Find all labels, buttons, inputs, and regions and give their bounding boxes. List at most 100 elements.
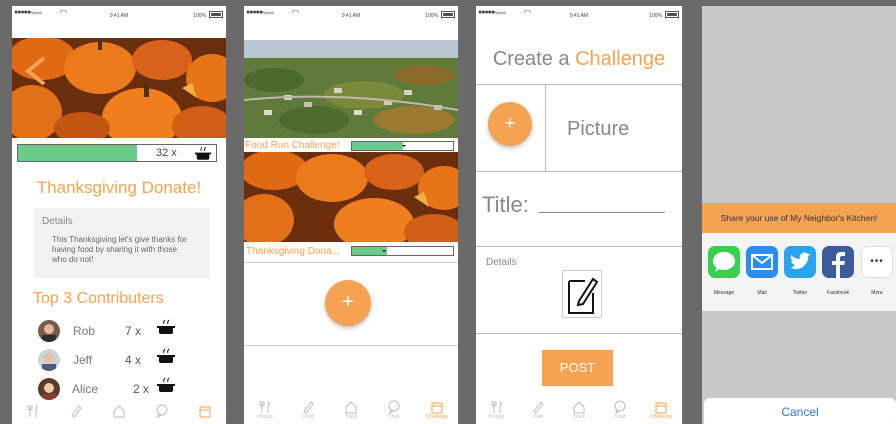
tab-post[interactable] (59, 404, 93, 418)
tab-challenge[interactable]: Challenge (420, 400, 454, 420)
list-divider (244, 345, 458, 346)
progress-fill (18, 145, 137, 161)
form-divider (476, 333, 682, 334)
back-arrow-icon[interactable] (22, 56, 48, 86)
battery-icon (665, 11, 679, 18)
picture-divider (545, 84, 546, 171)
challenge-progress-bar: ◒ (351, 246, 454, 256)
chat-bubble-icon (156, 404, 168, 418)
utensils-icon (27, 404, 38, 417)
post-button[interactable]: POST (542, 350, 613, 386)
battery-percent: 100% (425, 13, 438, 19)
share-label-message: Message (713, 290, 735, 296)
pot-icon (157, 377, 175, 392)
challenge-detail-screen: ●●●●●Sketch ◠ 9:41 AM 100% 32 x Thanksgi… (12, 6, 226, 424)
battery-icon (441, 11, 455, 18)
utensils-icon (259, 400, 270, 413)
tab-challenge[interactable] (188, 404, 222, 418)
tab-bar: Pickup Post Track Chat Challenge (244, 400, 458, 424)
twitter-app-icon[interactable] (784, 246, 816, 278)
more-app-icon[interactable]: ••• (861, 246, 893, 278)
edit-icon (568, 277, 599, 314)
tab-pickup[interactable]: Pickup (248, 400, 282, 420)
avatar (38, 320, 60, 342)
tab-chat[interactable] (145, 404, 179, 418)
list-divider (244, 262, 458, 263)
calendar-icon (655, 402, 667, 414)
cancel-button[interactable]: Cancel (704, 398, 896, 424)
tab-track[interactable]: Track (562, 400, 596, 420)
details-label: Details (486, 257, 517, 268)
tab-pickup[interactable] (16, 404, 50, 418)
message-app-icon[interactable] (708, 246, 740, 278)
add-challenge-button[interactable]: + (325, 280, 371, 326)
tab-post[interactable]: Post (291, 400, 325, 420)
house-icon (113, 405, 125, 418)
tab-post[interactable]: Post (521, 400, 555, 420)
form-divider (476, 84, 682, 85)
tab-chat[interactable]: Chat (603, 400, 637, 420)
battery-percent: 100% (649, 13, 662, 19)
challenge-card-label[interactable]: Food Run Challenge! (245, 140, 340, 151)
pot-icon (194, 146, 212, 160)
pumpkin-photo[interactable] (244, 152, 458, 242)
avatar (38, 378, 60, 400)
challenge-list-screen: ●●●●●Sketch ◠ 9:41 AM 100% Food Run Chal… (244, 6, 458, 424)
tab-bar: Pickup Post Track Chat Challenge (476, 400, 682, 424)
form-divider (476, 246, 682, 247)
tab-chat[interactable]: Chat (377, 400, 411, 420)
pencil-icon (533, 401, 544, 414)
calendar-icon (431, 402, 443, 414)
more-dots-icon: ••• (870, 256, 884, 267)
tab-pickup[interactable]: Pickup (480, 400, 514, 420)
status-bar: ●●●●●Sketch ◠ 9:41 AM 100% (12, 6, 226, 30)
storyboard-canvas: ●●●●●Sketch ◠ 9:41 AM 100% 32 x Thanksgi… (0, 0, 896, 424)
share-sheet-screen: Share your use of My Neighbor's Kitchen!… (702, 6, 896, 424)
pencil-icon (303, 401, 314, 414)
pot-icon: ◒ (402, 142, 407, 149)
share-label-more: More (871, 290, 883, 296)
contributor-count: 7 x (125, 324, 142, 338)
contributor-count: 2 x (133, 382, 150, 396)
contributor-name: Rob (73, 324, 96, 338)
mail-app-icon[interactable] (746, 246, 778, 278)
top-contributors-heading: Top 3 Contributers (33, 290, 164, 307)
title-field-label: Title: (482, 192, 529, 217)
tab-challenge[interactable]: Challenge (644, 400, 678, 420)
share-label-facebook: Facebook (827, 290, 849, 296)
tab-track[interactable]: Track (334, 400, 368, 420)
tab-track[interactable] (102, 404, 136, 418)
calendar-icon (199, 406, 211, 418)
challenge-progress-bar: 32 x (17, 144, 217, 162)
details-text: This Thanksgiving let's give thanks for … (52, 235, 187, 264)
contributor-name: Alice (72, 382, 99, 396)
share-banner: Share your use of My Neighbor's Kitchen! (702, 203, 896, 233)
contributor-count: 4 x (125, 353, 142, 367)
chat-bubble-icon (614, 400, 626, 414)
pot-icon: ◒ (382, 247, 387, 254)
progress-count: 32 x (156, 147, 177, 159)
utensils-icon (491, 400, 502, 413)
challenge-card-label[interactable]: Thanksgiving Dona... (246, 246, 340, 257)
pot-icon (157, 319, 175, 334)
status-bar: ●●●●●Sketch ◠ 9:41 AM 100% (244, 6, 458, 30)
neighborhood-photo[interactable] (244, 40, 458, 138)
page-title: Create a Challenge (492, 48, 666, 70)
title-input[interactable] (539, 212, 665, 213)
challenge-title: Thanksgiving Donate! (36, 178, 202, 197)
status-bar: ●●●●●Sketch ◠ 9:41 AM 100% (476, 6, 682, 30)
progress-fill (352, 142, 403, 150)
pot-icon (157, 348, 175, 363)
house-icon (573, 401, 585, 414)
facebook-app-icon[interactable] (822, 246, 854, 278)
chat-bubble-icon (388, 400, 400, 414)
house-icon (345, 401, 357, 414)
details-card: Details This Thanksgiving let's give tha… (34, 208, 210, 278)
details-input[interactable] (562, 270, 602, 318)
add-picture-button[interactable]: + (488, 102, 532, 146)
pumpkin-photo (12, 38, 226, 138)
challenge-progress-bar: ◒ (351, 141, 454, 151)
contributor-name: Jeff (73, 353, 93, 367)
picture-label: Picture (567, 118, 630, 140)
avatar (38, 349, 60, 371)
